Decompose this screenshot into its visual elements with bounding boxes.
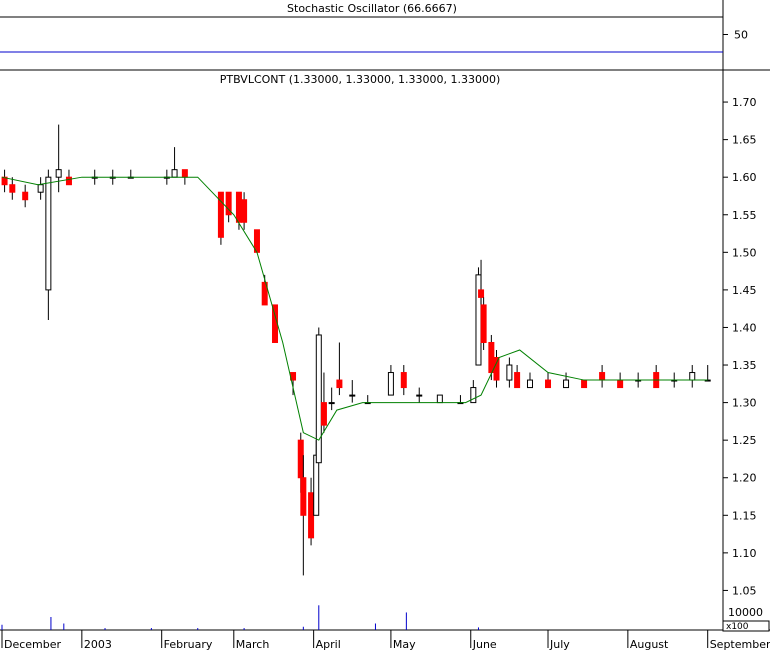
candle-body <box>328 402 335 405</box>
candle-body <box>478 289 485 298</box>
candle-body <box>171 169 178 178</box>
candle-body <box>387 372 394 396</box>
candle-body <box>308 492 315 539</box>
price-tick-label: 1.35 <box>732 359 757 372</box>
candle-body <box>416 394 423 397</box>
candle-body <box>241 199 248 223</box>
x-tick-label: 2003 <box>84 638 112 651</box>
price-tick-label: 1.55 <box>732 209 757 222</box>
candle-body <box>315 334 322 464</box>
price-tick-label: 1.45 <box>732 284 757 297</box>
price-tick-label: 1.50 <box>732 246 757 259</box>
price-tick-label: 1.70 <box>732 96 757 109</box>
x-tick-label: December <box>4 638 62 651</box>
candle-body <box>400 372 407 389</box>
candle-body <box>349 394 356 397</box>
candle-body <box>493 357 500 381</box>
candle-body <box>320 402 327 426</box>
candle-body <box>37 184 44 193</box>
candle-body <box>506 364 513 381</box>
candle-body <box>581 379 588 389</box>
candle-body <box>617 379 624 389</box>
candle-body <box>297 439 304 479</box>
candle-body <box>480 304 487 343</box>
candle-body <box>22 191 29 201</box>
x-tick-label: April <box>316 638 341 651</box>
price-tick-label: 1.25 <box>732 434 757 447</box>
price-title: PTBVLCONT (1.33000, 1.33000, 1.33000, 1.… <box>220 73 501 86</box>
candle-body <box>300 477 307 516</box>
stochastic-title: Stochastic Oscillator (66.6667) <box>287 2 457 15</box>
x-tick-label: September <box>710 638 770 651</box>
x-tick-label: June <box>472 638 497 651</box>
candle-body <box>599 372 606 381</box>
price-tick-label: 1.65 <box>732 134 757 147</box>
candle-body <box>9 184 16 193</box>
candle-body <box>488 341 495 374</box>
volume-tick-label: 10000 <box>728 606 763 619</box>
volume-unit-label: x100 <box>726 622 749 632</box>
price-tick-label: 1.15 <box>732 509 757 522</box>
price-tick-label: 1.20 <box>732 472 757 485</box>
candle-body <box>235 191 242 223</box>
candle-body <box>526 379 533 389</box>
price-tick-label: 1.40 <box>732 321 757 334</box>
price-tick-label: 1.05 <box>732 584 757 597</box>
candle-body <box>181 169 188 178</box>
x-tick-label: May <box>393 638 416 651</box>
candle-body <box>545 379 552 389</box>
candle-body <box>55 169 62 178</box>
x-tick-label: July <box>549 638 570 651</box>
price-tick-label: 1.30 <box>732 397 757 410</box>
candle-body <box>563 379 570 389</box>
candle-body <box>475 274 482 366</box>
price-tick-label: 1.10 <box>732 547 757 560</box>
stochastic-tick-label: 50 <box>734 29 748 42</box>
candle-body <box>313 454 320 516</box>
candle-body <box>514 372 521 389</box>
price-tick-label: 1.60 <box>732 171 757 184</box>
x-tick-label: March <box>236 638 270 651</box>
candle-body <box>689 372 696 381</box>
candle-body <box>436 394 443 404</box>
x-tick-label: August <box>630 638 669 651</box>
candle-body <box>470 387 477 404</box>
candle-body <box>65 176 72 186</box>
candle-body <box>45 176 52 291</box>
x-tick-label: February <box>164 638 213 651</box>
candle-body <box>336 379 343 389</box>
chart-canvas: Stochastic Oscillator (66.6667) 50 PTBVL… <box>0 0 770 651</box>
